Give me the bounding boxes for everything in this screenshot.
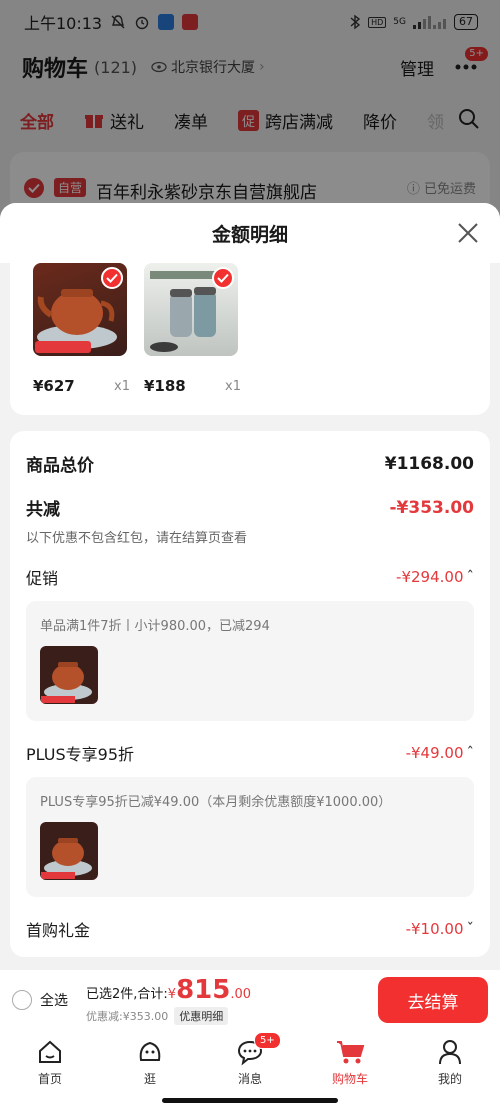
chevron-down-icon: ˇ [466, 920, 475, 938]
product-image [33, 263, 127, 356]
product-price: ¥627 [33, 377, 75, 395]
sum-block: 已选2件,合计: ¥815.00 优惠减:¥353.00 优惠明细 [86, 975, 251, 1025]
select-all-label[interactable]: 全选 [40, 990, 68, 1010]
first-purchase-amount: -¥10.00 [405, 920, 464, 938]
amount-detail-card: 商品总价 ¥1168.00 共减 -¥353.00 以下优惠不包含红包，请在结算… [10, 431, 490, 957]
home-indicator [162, 1098, 338, 1103]
plus-label: PLUS专享95折 [26, 745, 134, 764]
sheet-header: 金额明细 [0, 203, 500, 263]
product-check[interactable] [212, 267, 234, 289]
sum-line: 已选2件,合计: ¥815.00 [86, 975, 251, 1005]
tab-me[interactable]: 我的 [400, 1030, 500, 1111]
plus-product-thumb [40, 822, 98, 880]
plus-value: -¥49.00 ˆ [406, 744, 474, 762]
discount-line: 优惠减:¥353.00 优惠明细 [86, 1007, 251, 1025]
discount-text: 优惠减:¥353.00 [86, 1010, 169, 1023]
product-check[interactable] [101, 267, 123, 289]
promo-detail-box: 单品满1件7折丨小计980.00，已减294 [26, 601, 474, 721]
product-qty: x1 [114, 379, 130, 394]
selected-count: 已选2件,合计: [86, 987, 168, 1002]
tab-browse-label: 逛 [143, 1072, 156, 1086]
total-reduce-value: -¥353.00 [389, 497, 475, 518]
products-card: ¥627 x1 ¥188 x1 [10, 263, 490, 415]
product-item[interactable]: ¥188 x1 [144, 263, 241, 395]
tab-home-label: 首页 [37, 1072, 62, 1086]
currency-symbol: ¥ [167, 987, 177, 1002]
first-purchase-label: 首购礼金 [26, 921, 91, 940]
promo-product-thumb [40, 646, 98, 704]
profile-icon [439, 1040, 461, 1065]
goods-total-row: 商品总价 ¥1168.00 [26, 451, 474, 477]
plus-detail-box: PLUS专享95折已减¥49.00（本月剩余优惠额度¥1000.00） [26, 777, 474, 897]
promo-row[interactable]: 促销 -¥294.00 ˆ [26, 565, 474, 589]
check-icon [217, 273, 229, 283]
product-qty: x1 [225, 379, 241, 394]
promo-value: -¥294.00 ˆ [396, 568, 474, 586]
goods-total-value: ¥1168.00 [384, 453, 474, 474]
sheet-title: 金额明细 [211, 223, 288, 246]
teapot-image [41, 838, 92, 879]
check-icon [106, 273, 118, 283]
first-purchase-value: -¥10.00 ˇ [406, 920, 474, 938]
promo-label: 促销 [26, 569, 59, 588]
plus-detail-text: PLUS专享95折已减¥49.00（本月剩余优惠额度¥1000.00） [40, 795, 392, 810]
total-reduce-label: 共减 [26, 500, 60, 520]
plus-row[interactable]: PLUS专享95折 -¥49.00 ˆ [26, 741, 474, 765]
select-all-radio[interactable] [12, 990, 32, 1010]
close-icon[interactable] [456, 221, 480, 245]
promo-detail-text: 单品满1件7折丨小计980.00，已减294 [40, 619, 270, 634]
checkout-button[interactable]: 去结算 [378, 977, 488, 1023]
messages-badge: 5+ [254, 1032, 281, 1049]
cart-icon [337, 1041, 365, 1064]
promo-amount: -¥294.00 [396, 568, 464, 586]
tab-messages-label: 消息 [237, 1072, 262, 1086]
tab-me-label: 我的 [437, 1072, 462, 1086]
reduce-note: 以下优惠不包含红包，请在结算页查看 [26, 531, 248, 546]
tab-home[interactable]: 首页 [0, 1030, 100, 1111]
total-reduce-row: 共减 -¥353.00 [26, 495, 475, 521]
product-image [144, 263, 238, 356]
product-price: ¥188 [144, 377, 186, 395]
chevron-up-icon: ˆ [466, 744, 475, 762]
product-item[interactable]: ¥627 x1 [33, 263, 130, 395]
chevron-up-icon: ˆ [466, 568, 475, 586]
first-purchase-row[interactable]: 首购礼金 -¥10.00 ˇ [26, 917, 474, 941]
checkout-bar: 全选 已选2件,合计: ¥815.00 优惠减:¥353.00 优惠明细 去结算 [0, 970, 500, 1030]
teapot-image [41, 662, 92, 703]
discount-detail-button[interactable]: 优惠明细 [174, 1007, 229, 1025]
amount-detail-sheet: 金额明细 ¥627 x1 ¥188 x1 商品总价 ¥1168.00 共减 -¥… [0, 203, 500, 970]
total-decimal: .00 [230, 987, 252, 1002]
total-integer: 815 [176, 975, 231, 1005]
browse-icon [139, 1041, 161, 1061]
sum-total: ¥815.00 [168, 975, 251, 1005]
plus-amount: -¥49.00 [405, 744, 464, 762]
tab-cart-label: 购物车 [331, 1072, 368, 1086]
goods-total-label: 商品总价 [26, 456, 94, 476]
home-icon [39, 1040, 61, 1063]
